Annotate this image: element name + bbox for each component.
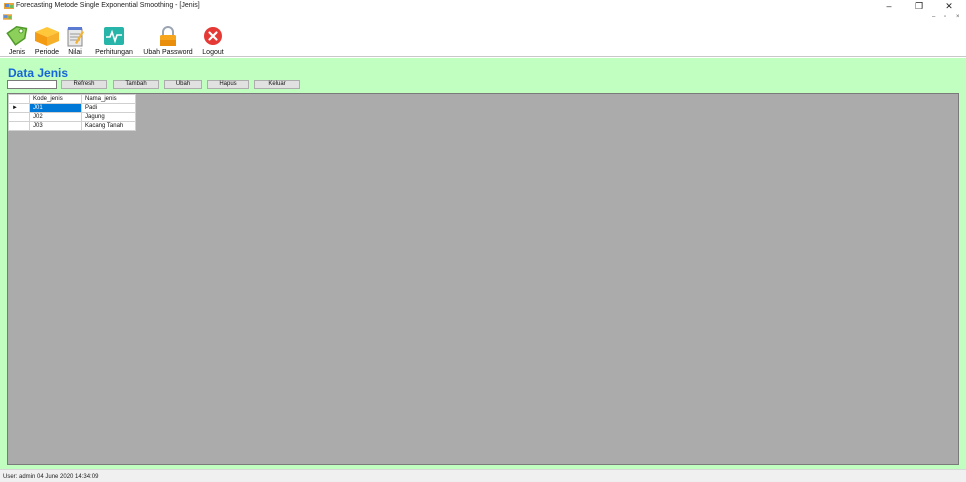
minimize-button[interactable]: –: [876, 0, 902, 12]
table-row[interactable]: J03 Kacang Tanah: [8, 121, 136, 131]
hapus-button[interactable]: Hapus: [207, 80, 249, 89]
mdi-minimize-button[interactable]: –: [932, 13, 935, 21]
table-row[interactable]: J02 Jagung: [8, 112, 136, 122]
mdi-strip: – ▫ ×: [0, 12, 966, 23]
lock-icon: [160, 26, 176, 46]
toolbar-perhitungan-button[interactable]: Perhitungan: [92, 23, 136, 57]
column-header-nama-jenis[interactable]: Nama_jenis: [81, 94, 136, 104]
toolbar: Jenis Periode Nilai Perhitungan Ubah Pas…: [0, 23, 966, 57]
toolbar-logout-button[interactable]: Logout: [198, 23, 228, 57]
tambah-button[interactable]: Tambah: [113, 80, 159, 89]
pulse-icon: [104, 27, 124, 45]
toolbar-ubah-password-button[interactable]: Ubah Password: [142, 23, 194, 57]
close-circle-icon: [204, 27, 222, 45]
restore-button[interactable]: ❐: [906, 0, 932, 12]
cell-kode-jenis[interactable]: J03: [29, 121, 82, 131]
status-text: User: admin 04 June 2020 14:34:09: [3, 474, 99, 480]
main-panel: Data Jenis Refresh Tambah Ubah Hapus Kel…: [0, 58, 966, 469]
toolbar-nilai-button[interactable]: Nilai: [64, 23, 86, 57]
cell-kode-jenis[interactable]: J02: [29, 112, 82, 122]
box-icon: [35, 27, 59, 46]
current-row-arrow-icon: ►: [12, 105, 18, 111]
jenis-table: Kode_jenis Nama_jenis ► J01 Padi J02 Jag…: [8, 94, 136, 131]
cell-kode-jenis[interactable]: J01: [29, 103, 82, 113]
status-bar: User: admin 04 June 2020 14:34:09: [0, 469, 966, 482]
notepad-icon: [67, 27, 84, 47]
ubah-button[interactable]: Ubah: [164, 80, 202, 89]
cell-nama-jenis[interactable]: Jagung: [81, 112, 136, 122]
app-window: Forecasting Metode Single Exponential Sm…: [0, 0, 966, 482]
mdi-close-button[interactable]: ×: [956, 13, 960, 21]
mdi-restore-button[interactable]: ▫: [944, 13, 946, 21]
toolbar-jenis-label: Jenis: [8, 49, 26, 56]
app-icon: [4, 3, 14, 9]
window-title: Forecasting Metode Single Exponential Sm…: [16, 2, 200, 9]
toolbar-ubah-password-label: Ubah Password: [143, 49, 193, 56]
toolbar-logout-label: Logout: [202, 49, 224, 56]
toolbar-periode-button[interactable]: Periode: [31, 23, 63, 57]
close-button[interactable]: ✕: [936, 0, 962, 12]
search-input[interactable]: [7, 80, 57, 89]
tag-icon: [6, 25, 28, 46]
row-header[interactable]: [8, 121, 30, 131]
toolbar-nilai-label: Nilai: [68, 49, 82, 56]
table-row[interactable]: ► J01 Padi: [8, 103, 136, 113]
refresh-button[interactable]: Refresh: [61, 80, 107, 89]
toolbar-periode-label: Periode: [34, 49, 60, 56]
row-header[interactable]: ►: [8, 103, 30, 113]
cell-nama-jenis[interactable]: Kacang Tanah: [81, 121, 136, 131]
child-window-icon: [3, 14, 12, 20]
page-title: Data Jenis: [8, 66, 69, 80]
data-grid[interactable]: Kode_jenis Nama_jenis ► J01 Padi J02 Jag…: [7, 93, 959, 465]
table-header-row: Kode_jenis Nama_jenis: [8, 94, 136, 104]
column-header-kode-jenis[interactable]: Kode_jenis: [29, 94, 82, 104]
cell-nama-jenis[interactable]: Padi: [81, 103, 136, 113]
row-header[interactable]: [8, 112, 30, 122]
title-bar: Forecasting Metode Single Exponential Sm…: [0, 0, 966, 12]
toolbar-jenis-button[interactable]: Jenis: [4, 23, 30, 57]
keluar-button[interactable]: Keluar: [254, 80, 300, 89]
row-header-corner[interactable]: [8, 94, 30, 104]
toolbar-perhitungan-label: Perhitungan: [95, 49, 133, 56]
